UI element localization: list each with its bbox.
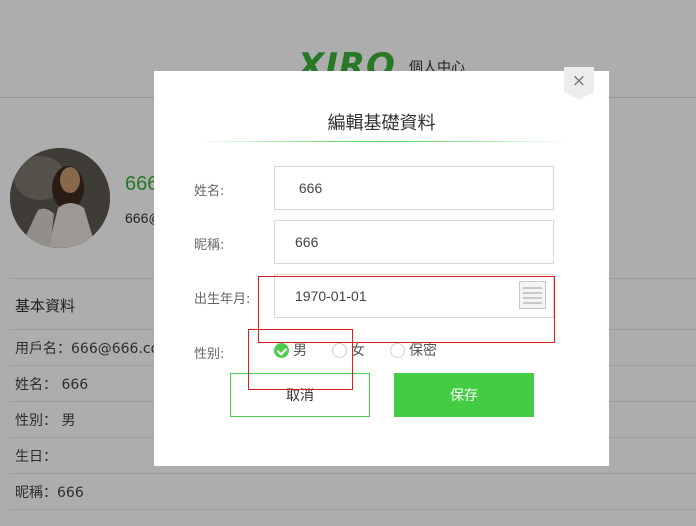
radio-unchecked-icon [332,342,347,358]
dialog-title: 編輯基礎資料 [327,113,436,134]
save-button[interactable]: 保存 [394,373,534,417]
title-divider [194,141,569,142]
name-input[interactable] [274,166,554,210]
birthday-label: 出生年月: [194,292,251,307]
name-label: 姓名: [194,184,225,199]
birthday-input[interactable] [274,274,554,318]
gender-option-female[interactable]: 女 [332,340,365,360]
gender-option-secret[interactable]: 保密 [390,340,437,360]
gender-option-label: 女 [351,343,365,359]
check-icon [274,342,289,358]
gender-option-male[interactable]: 男 [274,340,307,360]
gender-option-label: 男 [293,343,307,359]
radio-unchecked-icon [390,342,405,358]
cancel-button[interactable]: 取消 [230,373,370,417]
calendar-icon[interactable] [519,281,546,309]
close-icon: × [571,71,587,91]
nickname-input[interactable] [274,220,554,264]
gender-label: 性别: [194,347,225,362]
gender-option-label: 保密 [409,343,437,359]
close-button[interactable]: × [564,67,594,100]
nickname-label: 昵稱: [194,238,225,253]
edit-basic-info-dialog: × 編輯基礎資料 姓名: 昵稱: 出生年月: 性别: 男 女 保密 取消 保存 [154,67,609,466]
